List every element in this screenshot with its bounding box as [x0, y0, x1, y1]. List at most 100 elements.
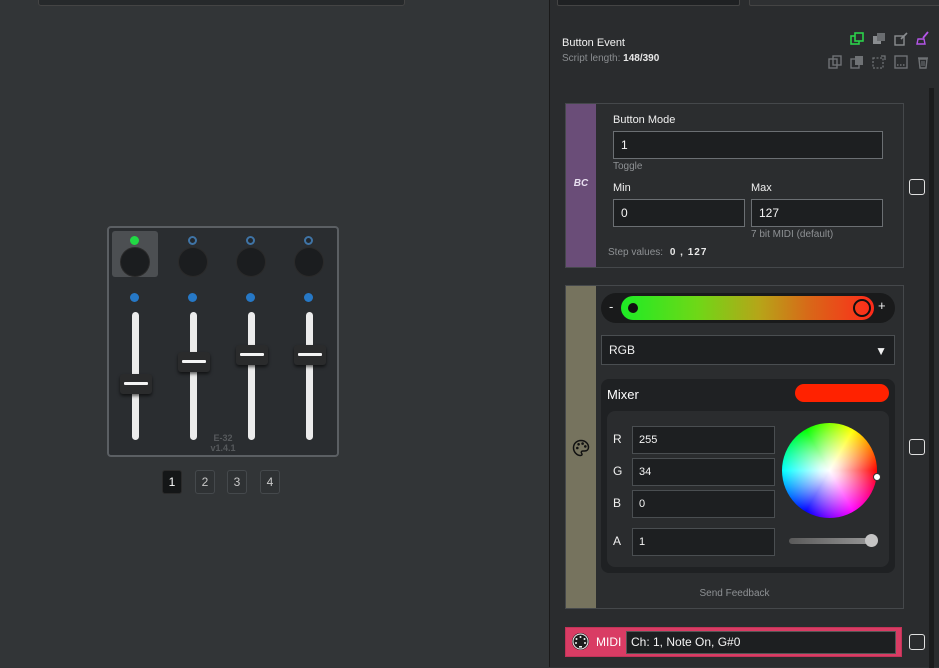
b-input[interactable]: 0 [632, 490, 775, 518]
device-canvas: E-32 v1.4.1 1 2 3 4 [0, 0, 549, 667]
fader-led-4 [304, 293, 313, 302]
gradient-end-handle[interactable] [853, 299, 871, 317]
brightness-slider[interactable]: - + [601, 293, 895, 323]
midi-label: MIDI [596, 635, 622, 649]
device-module: E-32 v1.4.1 [107, 226, 339, 457]
color-wheel-handle[interactable] [873, 473, 881, 481]
fader-handle-4[interactable] [294, 345, 326, 366]
alpha-slider[interactable] [789, 538, 877, 544]
bc-tag: BC [566, 104, 596, 267]
fader-handle-1[interactable] [120, 373, 152, 394]
copy-icon[interactable] [828, 55, 842, 69]
color-mode-select[interactable]: RGB ▼ [601, 335, 895, 365]
button-led-1 [130, 236, 139, 245]
button-mode-block: BC Button Mode 1 Toggle Min 0 Max 127 7 … [565, 103, 904, 268]
top-bar [38, 0, 405, 6]
color-checkbox[interactable] [909, 439, 925, 455]
mixer-panel: Mixer R 255 G 34 B 0 A 1 [601, 379, 895, 573]
device-button-3[interactable] [228, 231, 274, 277]
delete-icon[interactable] [916, 55, 930, 69]
device-version: v1.4.1 [210, 443, 236, 453]
button-led-3 [246, 236, 255, 245]
fader-track-2 [190, 312, 197, 440]
device-button-4[interactable] [286, 231, 332, 277]
button-cap-2 [179, 248, 207, 276]
button-led-4 [304, 236, 313, 245]
color-block: - + RGB ▼ Mixer R 255 G 34 B 0 A 1 Send … [565, 285, 904, 609]
select-icon[interactable] [872, 55, 886, 69]
step-values: Step values: 0 , 127 [608, 247, 707, 258]
button-mode-checkbox[interactable] [909, 179, 925, 195]
page-button-3[interactable]: 3 [227, 470, 247, 494]
mixer-controls: R 255 G 34 B 0 A 1 [607, 411, 889, 567]
g-input[interactable]: 34 [632, 458, 775, 486]
b-label: B [613, 496, 622, 510]
copy-element-icon[interactable] [850, 32, 864, 46]
fader-handle-3[interactable] [236, 345, 268, 366]
max-label: Max [751, 182, 772, 194]
fader-track-4 [306, 312, 313, 440]
step-values-value: 0 , 127 [669, 247, 708, 258]
script-length-label: Script length: [562, 53, 621, 64]
config-panel: Button Event Script length: 148/390 BC B… [549, 0, 939, 668]
fader-track-3 [248, 312, 255, 440]
clear-icon[interactable] [916, 31, 930, 45]
fader-handle-2[interactable] [178, 351, 210, 372]
midi-checkbox[interactable] [909, 634, 925, 650]
color-tag [566, 286, 596, 608]
palette-icon [572, 439, 590, 457]
device-name: E-32 v1.4.1 [199, 433, 247, 453]
color-mode-value: RGB [609, 343, 636, 357]
fader-3[interactable] [236, 290, 268, 442]
fader-2[interactable] [178, 290, 210, 442]
r-label: R [613, 432, 622, 446]
device-button-2[interactable] [170, 231, 216, 277]
max-hint: 7 bit MIDI (default) [751, 229, 834, 240]
decrease-button[interactable]: - [609, 299, 613, 314]
a-input[interactable]: 1 [632, 528, 775, 556]
button-mode-input[interactable]: 1 [613, 131, 883, 159]
button-led-2 [188, 236, 197, 245]
a-label: A [613, 534, 622, 548]
fader-1[interactable] [120, 290, 152, 442]
button-mode-hint: Toggle [613, 161, 643, 172]
scrollbar[interactable] [929, 88, 934, 668]
min-input[interactable]: 0 [613, 199, 745, 227]
midi-icon [572, 633, 589, 650]
page-button-4[interactable]: 4 [260, 470, 280, 494]
color-wheel[interactable] [782, 423, 877, 518]
page-button-2[interactable]: 2 [195, 470, 215, 494]
device-button-1[interactable] [112, 231, 158, 277]
fader-4[interactable] [294, 290, 326, 442]
button-mode-label: Button Mode [613, 114, 676, 126]
color-gradient-track[interactable] [621, 296, 874, 320]
gradient-start-handle[interactable] [628, 303, 638, 313]
midi-action[interactable]: MIDI Ch: 1, Note On, G#0 [565, 627, 902, 657]
max-input[interactable]: 127 [751, 199, 883, 227]
color-swatch [795, 384, 889, 402]
mixer-title: Mixer [607, 387, 639, 402]
midi-input[interactable]: Ch: 1, Note On, G#0 [626, 631, 896, 654]
script-length: Script length: 148/390 [562, 53, 659, 64]
fader-led-1 [130, 293, 139, 302]
alpha-slider-handle[interactable] [865, 534, 878, 547]
paste-icon[interactable] [850, 55, 864, 69]
event-tab[interactable] [557, 0, 740, 6]
button-cap-1 [121, 248, 149, 276]
bc-tag-label: BC [573, 178, 589, 189]
button-cap-3 [237, 248, 265, 276]
min-label: Min [613, 182, 631, 194]
edit-icon[interactable] [894, 32, 908, 46]
secondary-tab[interactable] [749, 0, 939, 6]
merge-icon[interactable] [894, 55, 908, 69]
g-label: G [613, 464, 623, 478]
button-cap-4 [295, 248, 323, 276]
page-button-1[interactable]: 1 [162, 470, 182, 494]
send-feedback-label: Send Feedback [699, 588, 770, 599]
fader-led-3 [246, 293, 255, 302]
event-title: Button Event [562, 37, 625, 49]
dropdown-arrow-icon: ▼ [875, 344, 887, 358]
paste-element-icon[interactable] [872, 32, 886, 46]
increase-button[interactable]: + [878, 298, 886, 313]
r-input[interactable]: 255 [632, 426, 775, 454]
